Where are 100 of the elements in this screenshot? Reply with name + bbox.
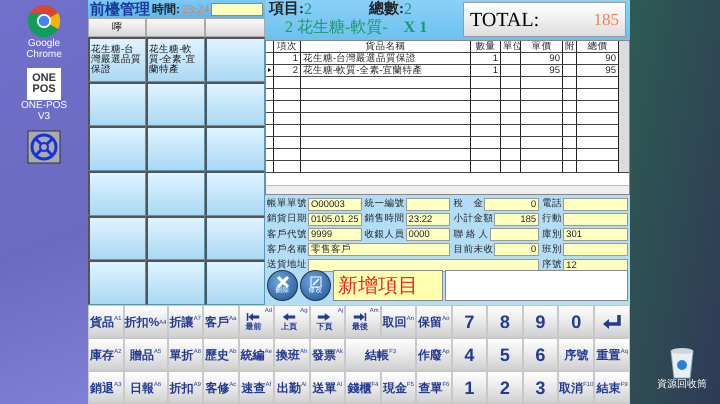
table-cell: 花生糖-台灣嚴選品質保證 <box>301 53 471 65</box>
key-button[interactable]: 作廢$^{Ap}$ <box>416 338 452 371</box>
key-button[interactable]: 客修$^{Ac}$ <box>203 371 239 404</box>
product-button[interactable] <box>146 126 205 171</box>
key-button[interactable]: 取回$^{An}$ <box>380 305 416 338</box>
table-cell <box>274 125 301 137</box>
key-button[interactable]: 現金$^{F5}$ <box>380 371 416 404</box>
input-field[interactable]: O00003 <box>308 198 362 211</box>
key-button[interactable]: 結束$^{F9}$ <box>594 371 630 404</box>
input-field[interactable]: 0000 <box>406 228 450 242</box>
table-cell <box>563 89 577 101</box>
table-cell <box>563 101 577 113</box>
key-button[interactable]: 保留$^{Ao}$ <box>416 305 452 338</box>
input-field[interactable]: 301 <box>563 228 628 242</box>
input-field[interactable]: 23:22 <box>406 212 450 226</box>
total-label: TOTAL: <box>470 8 540 32</box>
product-button[interactable] <box>205 216 265 260</box>
items-label: 項目: <box>269 1 304 18</box>
digit-key[interactable]: 3 <box>522 371 558 404</box>
key-button[interactable]: 折讓$^{A7}$ <box>168 305 204 338</box>
product-button[interactable] <box>88 216 146 260</box>
table-cell <box>577 161 619 173</box>
table-cell <box>521 137 563 149</box>
product-button[interactable] <box>205 37 265 82</box>
digit-key[interactable]: 9 <box>522 305 558 338</box>
product-button[interactable] <box>205 260 265 305</box>
product-button[interactable] <box>205 82 265 126</box>
key-button[interactable]: 客戶$^{Aa}$ <box>203 305 239 338</box>
horizontal-scrollbar[interactable] <box>266 185 629 194</box>
key-button[interactable]: 貨品$^{A1}$ <box>88 305 124 338</box>
key-button[interactable]: 速查$^{Af}$ <box>238 371 274 404</box>
key-button[interactable]: 折扣$^{A9}$ <box>168 371 204 404</box>
product-button[interactable] <box>146 260 205 305</box>
product-button[interactable] <box>88 82 146 126</box>
key-button[interactable]: 重置$^{Aq}$ <box>594 338 630 371</box>
input-field[interactable] <box>563 198 628 211</box>
key-button[interactable]: 取消$^{F10}$ <box>558 371 594 404</box>
key-button[interactable]: 統編$^{Ae}$ <box>238 338 274 371</box>
key-button[interactable]: 歷史$^{Ab}$ <box>203 338 239 371</box>
vertical-scrollbar[interactable] <box>619 41 629 173</box>
digit-key[interactable]: 2 <box>487 371 523 404</box>
input-field[interactable]: 0105.01.25 <box>308 212 362 226</box>
input-field[interactable] <box>445 270 628 301</box>
key-button[interactable]: 庫存$^{A2}$ <box>88 338 124 371</box>
key-button[interactable]: 換班$^{Ah}$ <box>274 338 310 371</box>
field-label: 稅 金 <box>453 197 484 211</box>
key-button[interactable]: 日報$^{A6}$ <box>124 371 168 404</box>
table-cell <box>563 125 577 137</box>
input-field[interactable] <box>563 212 628 226</box>
key-button[interactable]: 贈品$^{A5}$ <box>124 338 168 371</box>
digit-key[interactable]: 5 <box>487 338 523 371</box>
column-header: 總價 <box>577 41 619 53</box>
category-tab[interactable]: 嚀 <box>88 18 146 37</box>
input-field[interactable] <box>563 243 628 256</box>
product-button[interactable]: 花生糖-軟質-全素-宜蘭特產 <box>146 37 205 82</box>
digit-key[interactable]: 4 <box>452 338 488 371</box>
product-button[interactable] <box>205 171 265 216</box>
input-field[interactable] <box>406 198 450 211</box>
key-button[interactable]: 送單$^{Al}$ <box>310 371 346 404</box>
digit-key[interactable]: 0 <box>558 305 594 338</box>
key-button[interactable]: 單折$^{A8}$ <box>168 338 204 371</box>
table-cell <box>471 125 501 137</box>
input-field[interactable]: 12 <box>563 258 628 272</box>
field-label: 銷貨日期 <box>267 212 307 226</box>
input-field[interactable]: 9999 <box>308 228 362 242</box>
product-button[interactable]: 花生糖-台灣嚴選品質保證 <box>88 37 146 82</box>
input-field[interactable] <box>211 2 263 16</box>
key-button[interactable]: 出勤$^{Ai}$ <box>274 371 310 404</box>
product-button[interactable] <box>88 126 146 171</box>
product-button[interactable] <box>88 171 146 216</box>
input-field[interactable] <box>490 228 540 242</box>
field-label: 客戶代號 <box>267 228 307 242</box>
column-header: 附 <box>563 41 577 53</box>
product-button[interactable] <box>146 82 205 126</box>
table-cell: 2 <box>274 65 301 77</box>
key-button[interactable]: 結帳$^{F3}$ <box>345 338 416 371</box>
digit-key[interactable]: 1 <box>452 371 488 404</box>
key-button[interactable]: 查單$^{F6}$ <box>416 371 452 404</box>
product-button[interactable] <box>146 216 205 260</box>
table-cell <box>471 113 501 125</box>
digit-key[interactable]: 7 <box>452 305 488 338</box>
app-logo-icon[interactable]: ONE POS <box>27 68 61 100</box>
key-button[interactable]: 序號 <box>558 338 594 371</box>
input-field[interactable] <box>308 258 540 272</box>
digit-key[interactable]: 6 <box>522 338 558 371</box>
product-button[interactable] <box>88 260 146 305</box>
product-button[interactable] <box>205 126 265 171</box>
digit-key[interactable]: 8 <box>487 305 523 338</box>
table-cell <box>501 65 521 77</box>
key-button[interactable]: 錢櫃$^{F4}$ <box>345 371 381 404</box>
enter-key[interactable] <box>594 305 630 338</box>
input-field[interactable]: 185 <box>494 212 540 226</box>
key-button[interactable]: 發票$^{Ak}$ <box>310 338 346 371</box>
input-field[interactable]: 0 <box>484 198 540 211</box>
last-page-icon <box>352 312 367 322</box>
input-field[interactable]: 零售客戶 <box>308 243 450 256</box>
key-button[interactable]: 銷退$^{A3}$ <box>88 371 124 404</box>
product-button[interactable] <box>146 171 205 216</box>
window-title: 前檯管理 <box>90 2 150 16</box>
input-field[interactable]: 0 <box>494 243 540 256</box>
